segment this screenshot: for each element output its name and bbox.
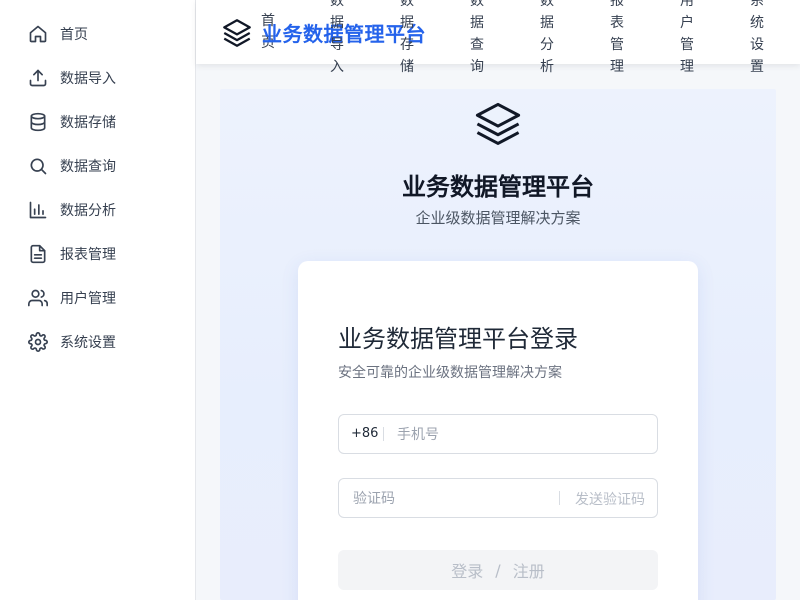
sidebar-item-label: 首页 <box>60 27 88 43</box>
divider <box>383 427 384 441</box>
bar-chart-icon <box>28 200 48 220</box>
nav-item-data-storage[interactable]: 数据存储 <box>399 0 415 78</box>
sidebar-item-system-settings[interactable]: 系统设置 <box>28 330 116 354</box>
sidebar-item-user-management[interactable]: 用户管理 <box>28 286 116 310</box>
upload-icon <box>28 68 48 88</box>
nav-item-report-management[interactable]: 报表管理 <box>609 0 625 78</box>
code-field: 发送验证码 <box>338 478 658 519</box>
login-card: 业务数据管理平台登录 安全可靠的企业级数据管理解决方案 +86 发送验证码 登录… <box>298 261 698 600</box>
file-text-icon <box>28 244 48 264</box>
users-icon <box>28 288 48 308</box>
sidebar-item-data-analysis[interactable]: 数据分析 <box>28 198 116 222</box>
sidebar-item-label: 报表管理 <box>60 247 116 263</box>
nav-item-system-settings[interactable]: 系统设置 <box>749 0 765 78</box>
phone-field: +86 <box>338 414 658 455</box>
search-icon <box>28 156 48 176</box>
sidebar-item-label: 数据导入 <box>60 71 116 87</box>
nav-item-user-management[interactable]: 用户管理 <box>679 0 695 78</box>
divider <box>559 491 560 505</box>
login-subtitle: 安全可靠的企业级数据管理解决方案 <box>338 365 562 381</box>
login-title: 业务数据管理平台登录 <box>338 325 578 353</box>
sidebar-item-label: 数据分析 <box>60 203 116 219</box>
phone-input[interactable] <box>395 415 649 455</box>
sidebar-item-label: 用户管理 <box>60 291 116 307</box>
panel-title: 业务数据管理平台 <box>402 173 594 201</box>
separator: / <box>495 560 501 580</box>
database-icon <box>28 112 48 132</box>
sidebar-item-data-import[interactable]: 数据导入 <box>28 66 116 90</box>
home-icon <box>28 24 48 44</box>
sidebar-item-label: 数据存储 <box>60 115 116 131</box>
nav-item-data-analysis[interactable]: 数据分析 <box>539 0 555 78</box>
sidebar-item-report-management[interactable]: 报表管理 <box>28 242 116 266</box>
nav-item-data-query[interactable]: 数据查询 <box>469 0 485 78</box>
layers-logo-icon[interactable] <box>220 16 254 50</box>
login-label: 登录 <box>451 562 484 581</box>
sidebar-item-home[interactable]: 首页 <box>28 22 88 46</box>
verification-code-input[interactable] <box>351 479 555 519</box>
login-register-button[interactable]: 登录 / 注册 <box>338 550 658 590</box>
nav-item-data-import[interactable]: 数据导入 <box>329 0 345 78</box>
layers-logo-icon <box>472 101 524 149</box>
panel-subtitle: 企业级数据管理解决方案 <box>415 209 581 227</box>
sidebar-item-label: 数据查询 <box>60 159 116 175</box>
sidebar-item-data-storage[interactable]: 数据存储 <box>28 110 116 134</box>
sidebar: 首页 数据导入 数据存储 数据查询 数据分析 报表管理 用户管理 系统设置 <box>0 0 196 600</box>
top-header: 首页 业务数据管理平台 数据导入 数据存储 数据查询 数据分析 报表管理 用户管… <box>196 0 800 75</box>
login-panel: 业务数据管理平台 企业级数据管理解决方案 业务数据管理平台登录 安全可靠的企业级… <box>220 89 776 600</box>
send-code-button[interactable]: 发送验证码 <box>575 489 645 509</box>
country-code-prefix[interactable]: +86 <box>351 426 378 441</box>
sidebar-item-label: 系统设置 <box>60 335 116 351</box>
gear-icon <box>28 332 48 352</box>
sidebar-item-data-query[interactable]: 数据查询 <box>28 154 116 178</box>
register-label: 注册 <box>512 562 545 581</box>
